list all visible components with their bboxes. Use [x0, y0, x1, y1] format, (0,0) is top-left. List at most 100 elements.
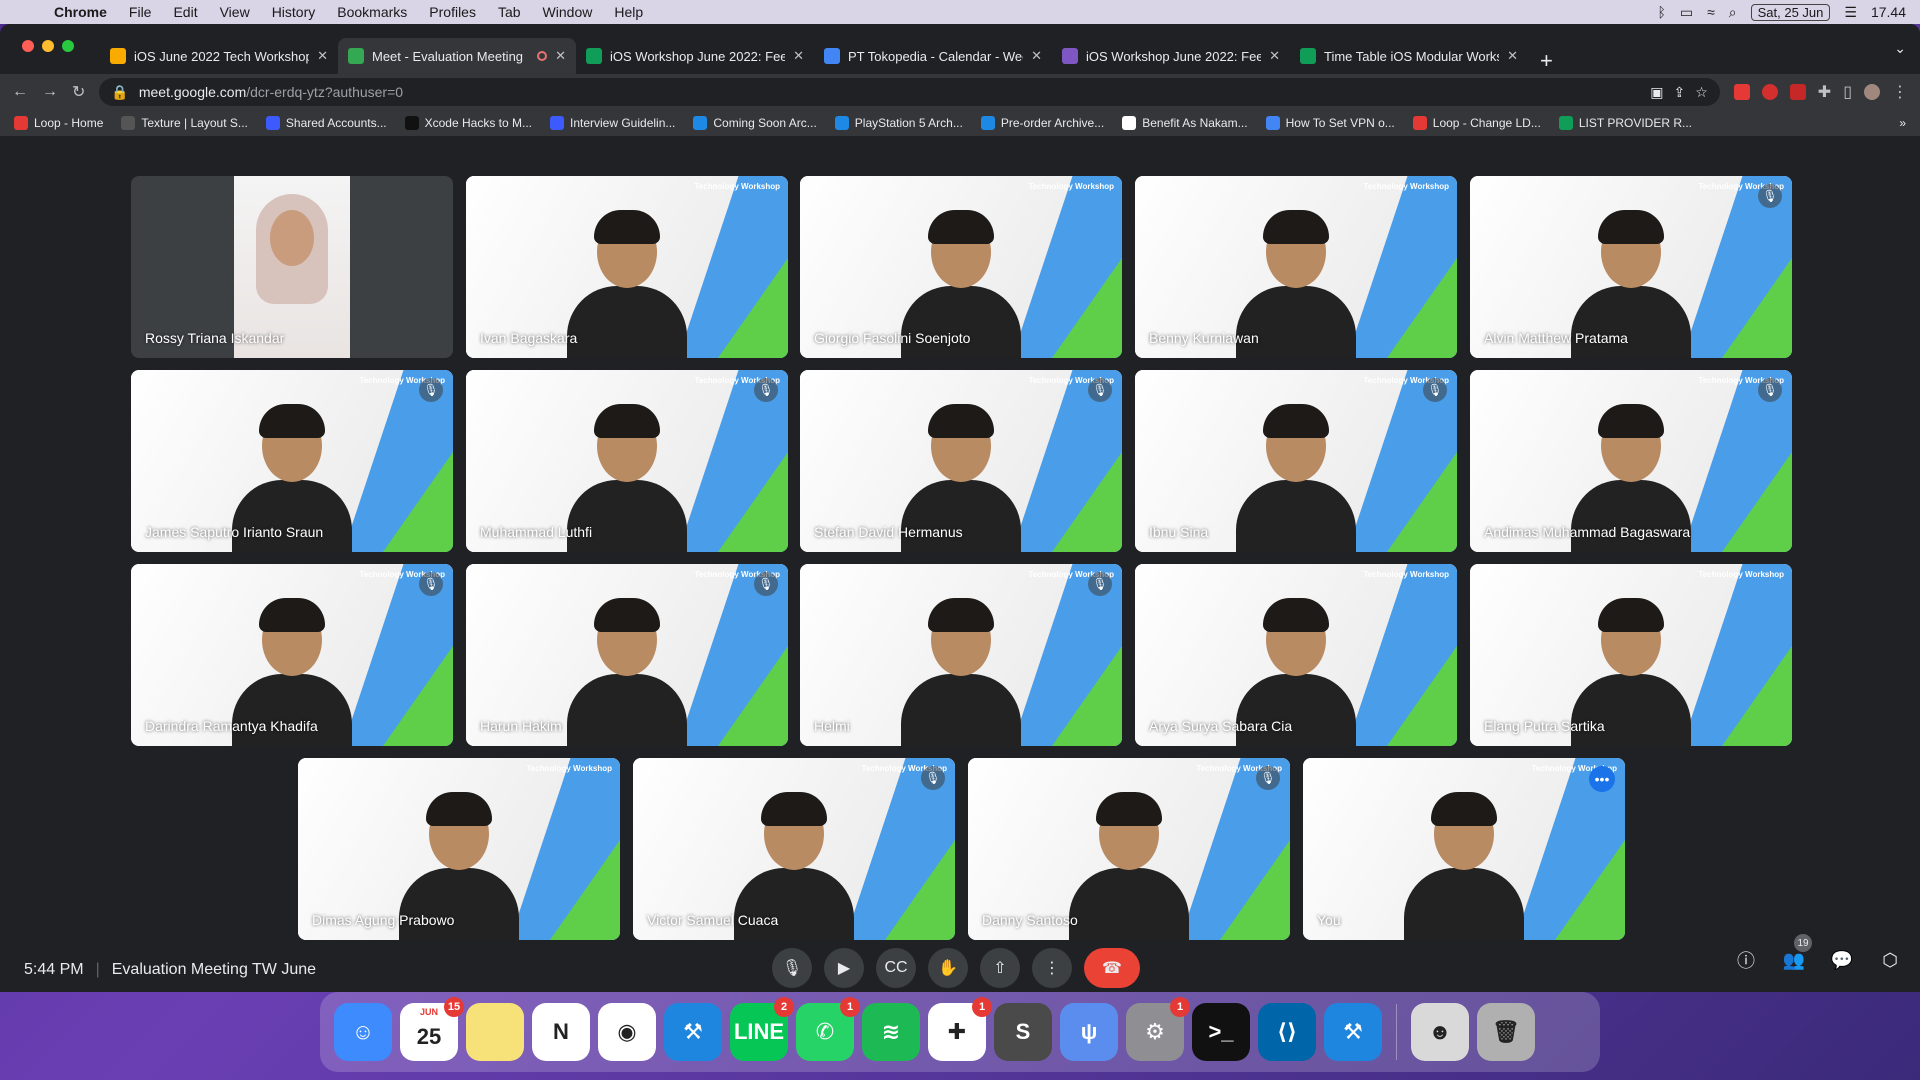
side-panel-icon[interactable]: ▯ — [1843, 82, 1852, 102]
sublime-icon[interactable]: S — [994, 1003, 1052, 1061]
activities-button[interactable]: ⬡ — [1878, 948, 1902, 972]
menu-history[interactable]: History — [272, 4, 316, 20]
close-tab-icon[interactable]: ✕ — [317, 48, 328, 64]
participant-tile[interactable]: Technology Workshop Danny Santoso 🎙 — [968, 758, 1290, 940]
close-tab-icon[interactable]: ✕ — [1031, 48, 1042, 64]
system-preferences-icon[interactable]: ⚙ 1 — [1126, 997, 1190, 1061]
menu-window[interactable]: Window — [543, 4, 593, 20]
xcode-icon[interactable]: ⚒ — [664, 1003, 722, 1061]
participant-tile[interactable]: Technology Workshop Stefan David Hermanus… — [800, 370, 1122, 552]
bookmarks-overflow-icon[interactable]: » — [1899, 116, 1906, 130]
extension-tp-icon[interactable] — [1789, 84, 1806, 100]
participant-tile[interactable]: Technology Workshop James Saputro Irianto… — [131, 370, 453, 552]
back-arrow-icon[interactable]: ← — [12, 83, 28, 101]
menu-file[interactable]: File — [129, 4, 152, 20]
control-center-icon[interactable]: ☰ — [1844, 4, 1857, 21]
menu-tab[interactable]: Tab — [498, 4, 521, 20]
browser-tab[interactable]: Time Table iOS Modular Workshop ✕ — [1290, 38, 1528, 74]
bookmark-item[interactable]: How To Set VPN o... — [1265, 116, 1395, 130]
participant-tile[interactable]: Technology Workshop Ivan Bagaskara — [466, 176, 788, 358]
participant-tile[interactable]: Technology Workshop You ••• — [1303, 758, 1625, 940]
participant-tile[interactable]: Technology Workshop Helmi 🎙 — [800, 564, 1122, 746]
participant-tile[interactable]: Technology Workshop Andimas Muhammad Baga… — [1470, 370, 1792, 552]
browser-tab[interactable]: iOS June 2022 Tech Workshop ✕ — [100, 38, 338, 74]
bookmark-item[interactable]: Texture | Layout S... — [121, 116, 248, 130]
zoom-window-button[interactable] — [62, 40, 74, 52]
participant-tile[interactable]: Technology Workshop Arya Surya Sabara Cia — [1135, 564, 1457, 746]
microphone-button[interactable]: 🎙 — [772, 948, 812, 988]
battery-icon[interactable]: ▭ — [1680, 4, 1693, 21]
bookmark-item[interactable]: Interview Guidelin... — [550, 116, 675, 130]
bookmark-star-icon[interactable]: ☆ — [1695, 84, 1708, 101]
menu-app-name[interactable]: Chrome — [54, 4, 107, 20]
slack-icon[interactable]: ✚ 1 — [928, 997, 992, 1061]
notes-icon[interactable] — [466, 1003, 524, 1061]
share-icon[interactable]: ⇪ — [1673, 84, 1685, 101]
bookmark-item[interactable]: Coming Soon Arc... — [693, 116, 817, 130]
bookmark-item[interactable]: Loop - Change LD... — [1412, 116, 1541, 130]
participant-tile[interactable]: Technology Workshop Victor Samuel Cuaca 🎙 — [633, 758, 955, 940]
close-tab-icon[interactable]: ✕ — [1507, 48, 1518, 64]
forward-arrow-icon[interactable]: → — [42, 83, 58, 101]
new-tab-button[interactable]: + — [1540, 48, 1553, 74]
reload-icon[interactable]: ↻ — [72, 82, 85, 102]
bookmark-item[interactable]: Pre-order Archive... — [980, 116, 1104, 130]
participant-tile[interactable]: Technology Workshop Darindra Ramantya Kha… — [131, 564, 453, 746]
bookmark-item[interactable]: Shared Accounts... — [265, 116, 387, 130]
camera-button[interactable]: ▶ — [824, 948, 864, 988]
captions-button[interactable]: CC — [876, 948, 916, 988]
profile-avatar[interactable] — [1864, 84, 1880, 100]
spotify-icon[interactable]: ≋ — [862, 1003, 920, 1061]
participant-tile[interactable]: Technology Workshop Benny Kurniawan — [1135, 176, 1457, 358]
participant-tile[interactable]: Technology Workshop Harun Hakim 🎙 — [466, 564, 788, 746]
menu-profiles[interactable]: Profiles — [429, 4, 476, 20]
browser-tab[interactable]: iOS Workshop June 2022: Feedback ✕ — [1052, 38, 1290, 74]
bookmark-item[interactable]: Xcode Hacks to M... — [404, 116, 532, 130]
participant-tile[interactable]: Technology Workshop Giorgio Fasolini Soen… — [800, 176, 1122, 358]
more-options-button[interactable]: ⋮ — [1032, 948, 1072, 988]
participant-tile[interactable]: Technology Workshop Muhammad Luthfi 🎙 — [466, 370, 788, 552]
image-preview-icon[interactable]: ☻ — [1411, 1003, 1469, 1061]
extension-record-icon[interactable] — [1761, 84, 1778, 100]
participant-tile[interactable]: Technology Workshop Elang Putra Sartika — [1470, 564, 1792, 746]
address-bar[interactable]: 🔒 meet.google.com/dcr-erdq-ytz?authuser=… — [99, 78, 1720, 106]
minimize-window-button[interactable] — [42, 40, 54, 52]
spotlight-search-icon[interactable]: ⌕ — [1729, 4, 1737, 21]
fork-icon[interactable]: ψ — [1060, 1003, 1118, 1061]
notion-icon[interactable]: N — [532, 1003, 590, 1061]
browser-menu-icon[interactable]: ⋮ — [1892, 82, 1908, 102]
close-tab-icon[interactable]: ✕ — [555, 48, 566, 64]
raise-hand-button[interactable]: ✋ — [928, 948, 968, 988]
tab-search-chevron-icon[interactable]: ⌄ — [1894, 40, 1906, 57]
close-window-button[interactable] — [22, 40, 34, 52]
people-button[interactable]: 👥 19 — [1782, 934, 1812, 972]
participant-tile[interactable]: Rossy Triana Iskandar — [131, 176, 453, 358]
vscode-icon[interactable]: ⟨⟩ — [1258, 1003, 1316, 1061]
menubar-date[interactable]: Sat, 25 Jun — [1750, 3, 1831, 21]
bookmark-item[interactable]: LIST PROVIDER R... — [1558, 116, 1692, 130]
bookmark-item[interactable]: Benefit As Nakam... — [1122, 116, 1248, 130]
terminal-icon[interactable]: >_ — [1192, 1003, 1250, 1061]
menu-bookmarks[interactable]: Bookmarks — [337, 4, 407, 20]
line-icon[interactable]: LINE 2 — [730, 997, 794, 1061]
close-tab-icon[interactable]: ✕ — [1269, 48, 1280, 64]
chrome-icon[interactable]: ◉ — [598, 1003, 656, 1061]
menu-help[interactable]: Help — [614, 4, 643, 20]
browser-tab[interactable]: PT Tokopedia - Calendar - Week ✕ — [814, 38, 1052, 74]
meeting-details-button[interactable]: ⓘ — [1734, 948, 1758, 972]
close-tab-icon[interactable]: ✕ — [793, 48, 804, 64]
xcode-beta-icon[interactable]: ⚒ — [1324, 1003, 1382, 1061]
participant-tile[interactable]: Technology Workshop Alvin Matthew Pratama… — [1470, 176, 1792, 358]
extensions-puzzle-icon[interactable]: ✚ — [1818, 82, 1831, 102]
menu-edit[interactable]: Edit — [173, 4, 197, 20]
leave-call-button[interactable]: ☎ — [1084, 948, 1140, 988]
browser-tab[interactable]: Meet - Evaluation Meeting ✕ — [338, 38, 576, 74]
calendar-icon[interactable]: JUN 25 15 — [400, 997, 464, 1061]
finder-icon[interactable]: ☺ — [334, 1003, 392, 1061]
trash-icon[interactable]: 🗑 — [1477, 1003, 1535, 1061]
menubar-time[interactable]: 17.44 — [1871, 4, 1906, 20]
tile-options-button[interactable]: ••• — [1589, 766, 1615, 792]
whatsapp-icon[interactable]: ✆ 1 — [796, 997, 860, 1061]
present-button[interactable]: ⇧ — [980, 948, 1020, 988]
bookmark-item[interactable]: Loop - Home — [14, 116, 103, 130]
